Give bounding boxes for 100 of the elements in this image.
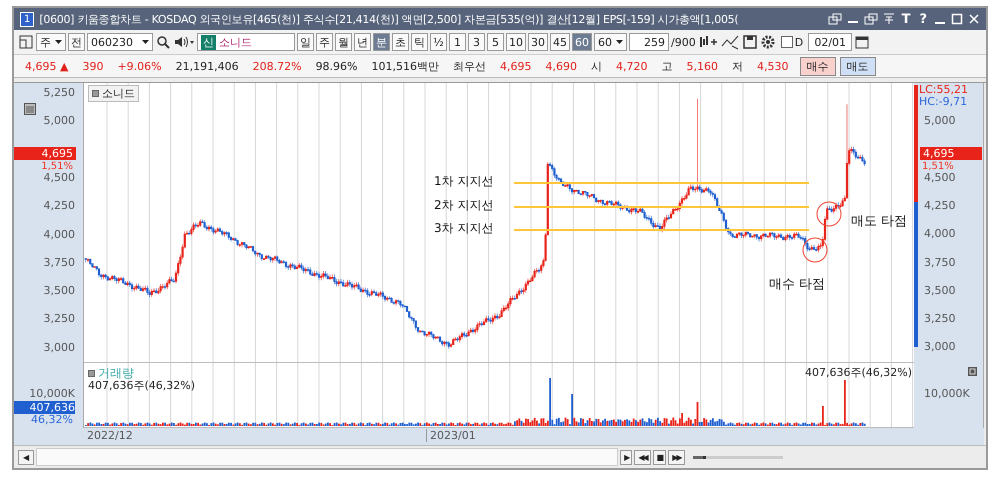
volume-axis-label: 10,000K	[29, 387, 75, 400]
current-price-marker: 4,695	[14, 147, 76, 160]
caret-icon	[616, 40, 623, 44]
quote-value: 4,695	[499, 60, 533, 72]
all-button[interactable]: 전	[68, 33, 85, 51]
search-icon[interactable]	[155, 34, 171, 50]
interval-tab[interactable]: 30	[528, 33, 548, 51]
quote-value: 390	[81, 60, 104, 72]
count-max: /900	[671, 36, 696, 48]
title-tool-button[interactable]: ?	[917, 12, 929, 26]
windows-icon[interactable]	[828, 13, 842, 25]
price-axis-label: 4,500	[44, 170, 75, 184]
checkbox[interactable]	[780, 36, 793, 48]
quote-value: 고	[660, 58, 674, 74]
interval-tab[interactable]: 45	[550, 33, 570, 51]
order-button[interactable]: 매수	[800, 56, 836, 76]
period-tab[interactable]: 일	[297, 33, 314, 51]
price-axis-label: 4,000	[924, 227, 956, 240]
price-change-label: 1,51%	[41, 161, 73, 172]
close-icon[interactable]	[968, 13, 980, 25]
quote-value: 최우선	[452, 58, 488, 74]
quote-value: 21,191,406	[174, 60, 240, 72]
settings-icon[interactable]	[760, 34, 776, 50]
daily-checkbox[interactable]: D	[778, 33, 806, 51]
period-tab[interactable]: 주	[316, 33, 333, 51]
quote-value: 4,720	[615, 60, 649, 72]
table-icon[interactable]	[24, 103, 36, 115]
quote-value: 시	[590, 58, 604, 74]
layout-icon[interactable]	[18, 34, 34, 50]
quote-value: 4,530	[756, 60, 790, 72]
price-axis-label: 4,500	[924, 170, 956, 184]
quote-value: 저	[731, 58, 744, 74]
price-axis-label: 4,250	[44, 199, 75, 212]
period-tab[interactable]: 월	[335, 33, 352, 51]
maximize-icon[interactable]	[951, 13, 963, 25]
caret-icon	[55, 40, 62, 44]
interval-tab[interactable]: 1	[449, 33, 466, 51]
quote-value: 4,690	[544, 60, 578, 72]
interval-dropdown[interactable]: 60	[594, 33, 627, 51]
market-dropdown[interactable]: 주	[36, 33, 66, 51]
playback-button[interactable]: ▶▶	[668, 450, 684, 464]
line-tool-icon[interactable]	[720, 34, 740, 50]
order-button[interactable]: 매도	[840, 56, 876, 76]
price-axis-label: 4,250	[924, 198, 956, 212]
date-axis-label: 2022/12	[87, 429, 133, 442]
price-axis-label: 3,500	[924, 284, 956, 297]
period-tab[interactable]: 분	[373, 33, 390, 51]
calendar-icon[interactable]	[854, 34, 870, 50]
quote-value: +9.06%	[116, 60, 163, 72]
price-axis-label: 3,250	[924, 312, 956, 326]
window-title: [0600] 키움종합차트 - KOSDAQ 외국인보유[465(천)] 주식수[21,414(천)] 액면[2,500] 자본금[535(억)] 결산[12월] EPS[-159] 시가총액[1,005(	[39, 12, 740, 26]
interval-tab[interactable]: 10	[506, 33, 526, 51]
chart-note: 매수 타점	[769, 276, 826, 293]
price-axis-label: 4,000	[44, 228, 75, 240]
volume-axis-label: 10,000K	[924, 387, 970, 400]
price-axis-label: 3,250	[44, 312, 75, 326]
chart-name-tag: 소니드	[88, 85, 139, 102]
save-icon[interactable]	[742, 34, 758, 50]
highlight-circle	[816, 202, 842, 226]
speaker-icon[interactable]	[173, 34, 195, 50]
window-number-badge: 1	[20, 12, 34, 26]
interval-tab[interactable]: 5	[487, 33, 504, 51]
date-field[interactable]: 02/01	[808, 33, 852, 51]
chart-note: 매도 타점	[851, 213, 908, 230]
highlight-circle	[802, 238, 828, 262]
lc-label: LC:55,21	[919, 84, 968, 96]
chart-add-icon[interactable]	[698, 34, 718, 50]
quote-value: 4,695 ▲	[24, 60, 70, 72]
count-field[interactable]: 259	[629, 33, 669, 51]
price-axis-label: 3,750	[924, 256, 956, 268]
price-axis-label: 5,250	[44, 86, 75, 99]
price-axis-label: 3,000	[44, 340, 75, 354]
price-axis-label: 5,000	[924, 114, 956, 127]
period-tab[interactable]: 틱	[411, 33, 428, 51]
volume-title: 거래량	[88, 365, 134, 382]
playback-button[interactable]: ▶	[620, 450, 632, 464]
title-tool-button[interactable]: T	[900, 12, 912, 26]
date-axis-label: 2023/01	[426, 429, 476, 442]
playback-button[interactable]: ■	[652, 450, 666, 464]
playback-button[interactable]: ◀◀	[634, 450, 651, 464]
quote-value: 5,160	[686, 60, 720, 72]
interval-tab[interactable]: 60	[572, 33, 592, 51]
volume-marker: 407,636	[14, 401, 75, 414]
price-axis-label: 5,000	[44, 114, 75, 128]
volume-reading: 407,636주(46,32%)	[804, 365, 912, 380]
scroll-left-button[interactable]: ◀	[18, 450, 34, 464]
quote-value: 101,516백만	[370, 58, 440, 74]
restore-icon[interactable]	[864, 13, 878, 25]
stock-name-field[interactable]: 신 소니드	[197, 33, 295, 51]
hc-label: HC:-9,71	[919, 96, 968, 108]
interval-tab[interactable]: ½	[430, 33, 447, 51]
support-line-label: 3차 지지선	[434, 220, 494, 237]
quote-value: 208.72%	[252, 60, 303, 72]
expand-icon[interactable]	[968, 367, 977, 376]
period-tab[interactable]: 년	[354, 33, 371, 51]
interval-tab[interactable]: 3	[468, 33, 485, 51]
zoom-slider[interactable]	[692, 456, 782, 458]
stock-code-field[interactable]: 060230	[87, 33, 153, 51]
price-change-label: 1,51%	[922, 161, 954, 172]
period-tab[interactable]: 초	[392, 33, 409, 51]
